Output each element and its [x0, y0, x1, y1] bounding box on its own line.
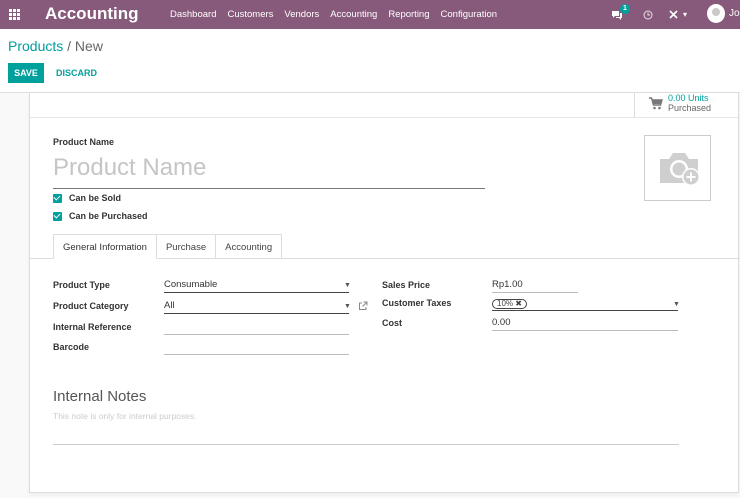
menu-customers[interactable]: Customers [227, 9, 273, 20]
product-image-upload[interactable] [644, 135, 711, 201]
divider [30, 117, 740, 118]
menu-vendors[interactable]: Vendors [284, 9, 319, 20]
purchased-stat-button[interactable]: 0.00 Units Purchased [634, 93, 740, 117]
user-name[interactable]: Jo [729, 8, 740, 19]
control-panel: Products / New SAVE DISCARD [0, 29, 740, 93]
close-icon[interactable]: ✖ [515, 299, 522, 308]
stat-value: 0.00 Units [668, 93, 709, 103]
app-title[interactable]: Accounting [45, 4, 139, 24]
stat-label: Purchased [668, 103, 712, 113]
can-be-purchased-checkbox[interactable]: Can be Purchased [53, 210, 148, 222]
breadcrumb-products[interactable]: Products [8, 38, 63, 54]
product-type-label: Product Type [53, 280, 110, 290]
chevron-down-icon[interactable]: ▾ [683, 0, 687, 29]
customer-taxes-label: Customer Taxes [382, 298, 452, 308]
checkbox-checked-icon[interactable] [53, 211, 62, 221]
apps-menu-icon[interactable] [9, 9, 20, 20]
can-be-purchased-label: Can be Purchased [69, 211, 148, 221]
form-sheet: 0.00 Units Purchased Product Name Produc… [29, 93, 740, 493]
tab-purchase[interactable]: Purchase [156, 234, 217, 259]
menu-dashboard[interactable]: Dashboard [170, 9, 216, 20]
product-name-input[interactable]: Product Name [53, 153, 485, 189]
product-type-select[interactable]: Consumable [164, 279, 349, 293]
sales-price-label: Sales Price [382, 280, 431, 290]
internal-notes-title: Internal Notes [53, 388, 147, 405]
chat-count-badge: 1 [620, 4, 630, 14]
tax-tag-label: 10% [497, 299, 514, 308]
save-button[interactable]: SAVE [8, 63, 44, 83]
menu-reporting[interactable]: Reporting [388, 9, 429, 20]
chevron-down-icon[interactable]: ▼ [344, 282, 351, 289]
discard-button[interactable]: DISCARD [56, 63, 97, 83]
internal-reference-label: Internal Reference [53, 322, 132, 332]
breadcrumb: Products / New [8, 38, 103, 54]
chevron-down-icon[interactable]: ▼ [673, 301, 680, 308]
debug-bug-icon[interactable] [668, 0, 679, 29]
barcode-input[interactable] [164, 341, 349, 355]
checkbox-checked-icon[interactable] [53, 193, 62, 203]
product-category-label: Product Category [53, 301, 129, 311]
chevron-down-icon[interactable]: ▼ [344, 303, 351, 310]
breadcrumb-separator: / [63, 38, 75, 54]
main-menu: Dashboard Customers Vendors Accounting R… [170, 0, 508, 29]
can-be-sold-label: Can be Sold [69, 193, 122, 203]
top-navbar: Accounting Dashboard Customers Vendors A… [0, 0, 740, 29]
menu-configuration[interactable]: Configuration [441, 9, 498, 20]
cart-icon [649, 97, 663, 110]
tab-general-information[interactable]: General Information [53, 234, 157, 259]
notebook-tabs: General Information Purchase Accounting [53, 234, 283, 259]
tab-accounting[interactable]: Accounting [216, 234, 283, 259]
product-category-input[interactable]: All [164, 300, 349, 314]
cost-label: Cost [382, 318, 402, 328]
internal-notes-textarea[interactable]: This note is only for internal purposes. [53, 411, 679, 445]
camera-plus-icon [660, 153, 700, 186]
can-be-sold-checkbox[interactable]: Can be Sold [53, 192, 121, 204]
avatar[interactable] [707, 4, 725, 23]
tax-tag[interactable]: 10% ✖ [492, 299, 527, 309]
external-link-icon[interactable] [358, 301, 368, 311]
barcode-label: Barcode [53, 342, 90, 352]
product-name-label: Product Name [53, 137, 115, 147]
internal-reference-input[interactable] [164, 321, 349, 335]
breadcrumb-current: New [74, 38, 103, 54]
menu-accounting[interactable]: Accounting [330, 9, 377, 20]
sales-price-input[interactable]: Rp1.00 [492, 279, 578, 293]
activity-clock-icon[interactable] [643, 0, 653, 29]
cost-input[interactable]: 0.00 [492, 317, 678, 331]
